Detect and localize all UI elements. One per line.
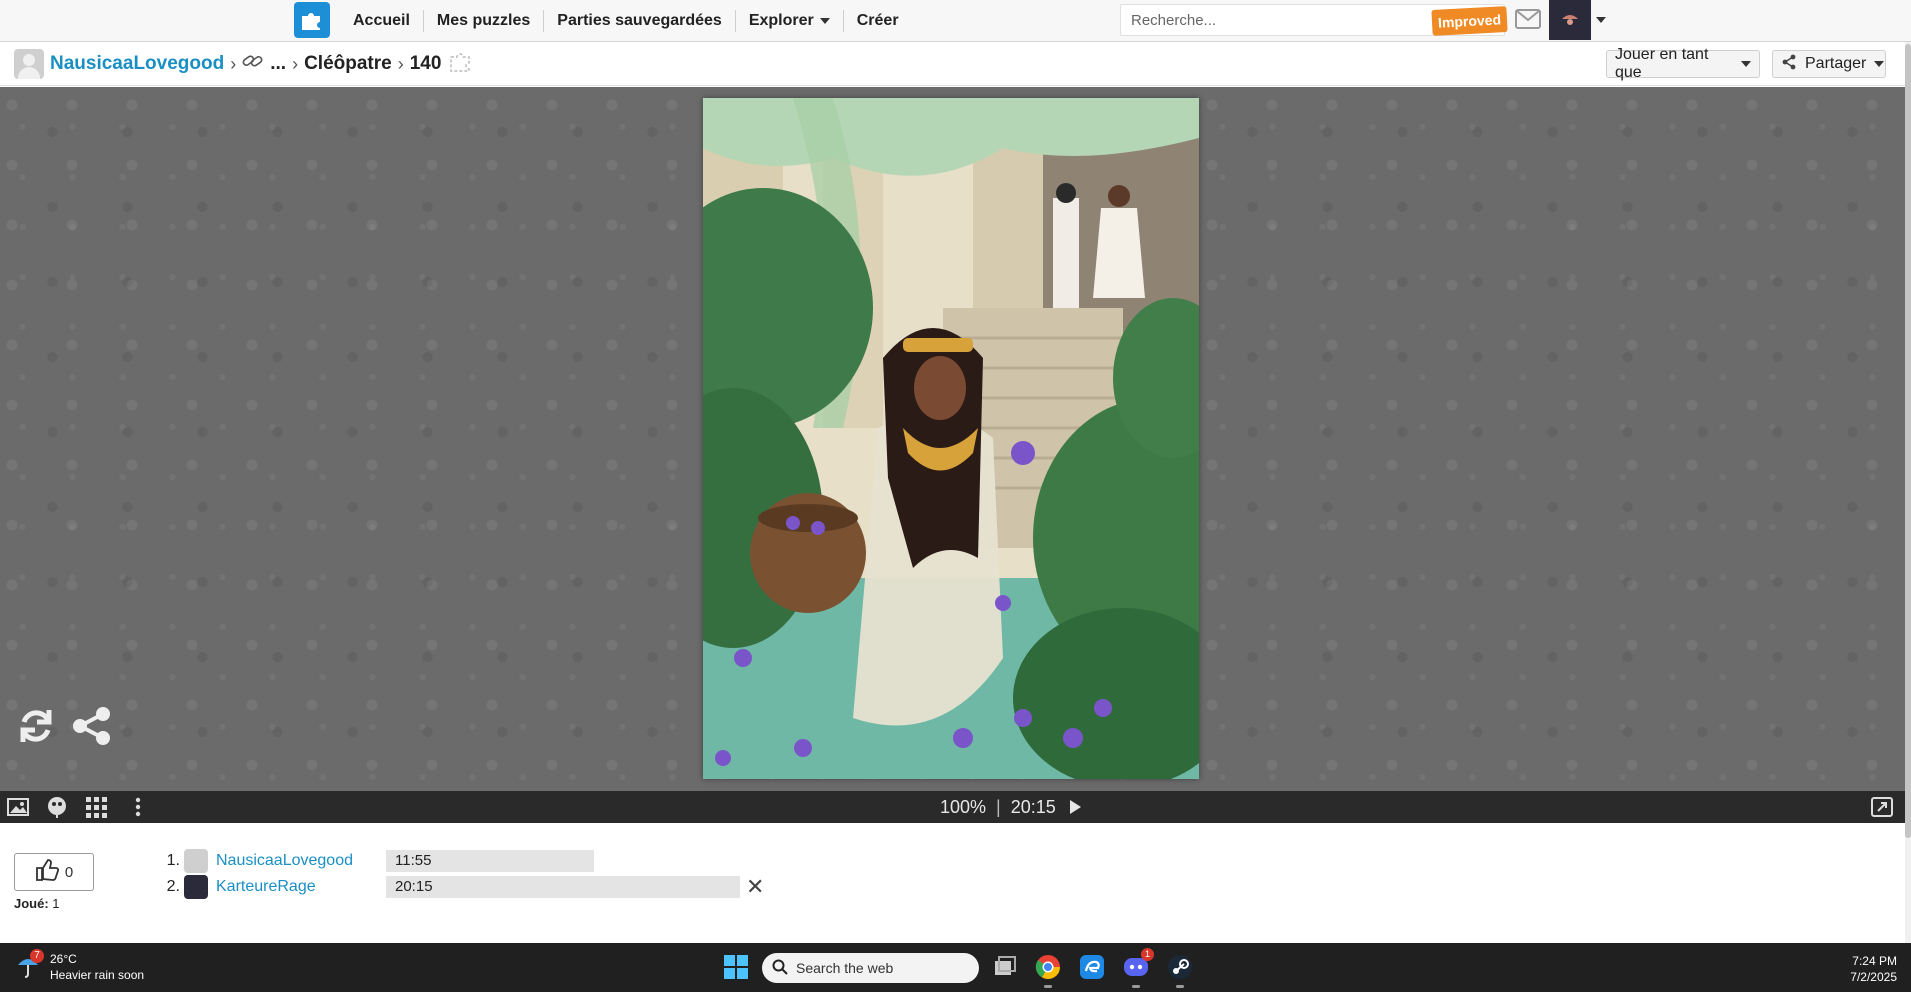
score-player-link[interactable]: KarteureRage [216,878,386,896]
share-icon[interactable] [70,704,114,748]
avatar[interactable] [14,49,44,79]
taskbar-search[interactable]: Search the web [762,953,979,983]
score-rank: 2. [166,878,180,895]
puzzle-image[interactable] [703,98,1199,779]
chevron-right-icon: › [397,53,404,74]
play-icon[interactable] [1069,800,1081,814]
nav-explore[interactable]: Explorer [736,10,844,32]
timer: 20:15 [1010,796,1056,817]
share-icon [1781,54,1797,75]
edge-app-icon[interactable] [1078,953,1106,981]
score-time-bar: 20:15 [386,876,740,898]
discord-running-indicator [1132,985,1140,988]
toolbar-separator: | [996,796,1001,817]
fullscreen-icon[interactable] [1870,795,1894,819]
chevron-down-icon [819,18,830,24]
user-avatar[interactable] [1549,0,1591,40]
steam-icon[interactable] [1166,953,1194,981]
score-row: 2. KarteureRage 20:15 ✕ [164,874,764,900]
share-dropdown[interactable]: Partager [1772,50,1886,78]
score-rank: 1. [166,852,180,869]
avatar[interactable] [184,875,208,899]
puzzle-play-area[interactable] [0,87,1905,791]
puzzle-logo-icon[interactable] [294,2,330,38]
weather-text: 26°C Heavier rain soon [50,951,144,983]
played-value: 1 [52,896,60,911]
clock-date: 7/2/2025 [1850,970,1897,984]
like-count: 0 [64,863,74,881]
score-row: 1. NausicaaLovegood 11:55 [164,849,594,873]
weather-temperature: 26°C [50,952,77,966]
nav-my-puzzles[interactable]: Mes puzzles [424,10,545,32]
nav-explore-label: Explorer [748,12,814,29]
nav-my-puzzles-label: Mes puzzles [436,12,531,29]
chevron-down-icon [1874,61,1885,67]
weather-forecast: Heavier rain soon [50,968,145,982]
puzzle-toolbar: 100% | 20:15 [0,791,1905,823]
played-label: Joué: [14,896,49,911]
score-time-bar: 11:55 [386,850,594,872]
chevron-right-icon: › [292,53,299,74]
grid-icon[interactable] [84,795,108,819]
mail-icon[interactable] [1515,9,1541,29]
played-count: Joué: 1 [14,896,60,911]
piece-count: 140 [409,53,442,74]
chrome-running-indicator [1044,985,1052,988]
page-title: Cléôpatre [304,53,392,74]
user-menu-chevron-icon[interactable] [1596,17,1606,23]
discord-notification-badge: 1 [1141,948,1154,961]
thumbs-up-icon [35,859,59,885]
chevron-down-icon [1741,61,1751,67]
improved-badge[interactable]: Improved [1431,6,1508,36]
chrome-icon[interactable] [1034,953,1062,981]
search-icon [772,959,788,978]
chevron-right-icon: › [230,53,237,74]
weather-widget[interactable]: 7 26°C Heavier rain soon [16,949,144,983]
taskbar-search-placeholder: Search the web [796,960,894,976]
scrollbar-thumb[interactable] [1905,44,1911,838]
nav-home[interactable]: Accueil [340,10,424,32]
windows-start-icon[interactable] [722,953,750,981]
system-clock[interactable]: 7:24 PM 7/2/2025 [1850,953,1897,985]
main-menu: Accueil Mes puzzles Parties sauvegardées… [340,0,912,42]
play-as-dropdown[interactable]: Jouer en tant que [1606,46,1760,81]
nav-saved-games[interactable]: Parties sauvegardées [544,10,736,32]
task-view-icon[interactable] [991,953,1019,981]
steam-running-indicator [1176,985,1184,988]
like-button[interactable]: 0 [14,853,94,891]
nav-home-label: Accueil [353,12,410,29]
avatar[interactable] [184,849,208,873]
nav-saved-games-label: Parties sauvegardées [557,12,722,29]
zoom-level[interactable]: 100% [940,797,986,818]
play-as-label: Jouer en tant que [1615,46,1709,81]
share-label: Partager [1805,55,1867,72]
more-options-icon[interactable] [126,795,150,819]
scores-panel: 0 Joué: 1 1. NausicaaLovegood 11:55 2. K… [0,823,1905,943]
top-navigation: Accueil Mes puzzles Parties sauvegardées… [0,0,1911,42]
clock-time: 7:24 PM [1852,954,1897,968]
ghost-image-icon[interactable] [45,795,69,819]
breadcrumb-user-link[interactable]: NausicaaLovegood [50,53,224,75]
link-icon[interactable] [242,52,264,76]
preview-image-icon[interactable] [6,795,30,819]
breadcrumb-ellipsis[interactable]: ... [270,53,286,75]
breadcrumb: NausicaaLovegood › ... › Cléôpatre › 140 [14,48,473,80]
zoom-timer: 100% | 20:15 [940,791,1081,823]
os-taskbar: 7 26°C Heavier rain soon Search the web … [0,943,1911,992]
puzzle-piece-icon [447,48,473,80]
rain-umbrella-icon: 7 [16,949,44,979]
score-player-link[interactable]: NausicaaLovegood [216,852,386,870]
nav-create-label: Créer [856,12,899,29]
close-icon[interactable]: ✕ [746,874,764,900]
search-input[interactable] [1121,5,1421,35]
nav-create[interactable]: Créer [844,10,912,32]
refresh-icon[interactable] [14,704,58,748]
weather-alert-badge: 7 [30,949,44,963]
